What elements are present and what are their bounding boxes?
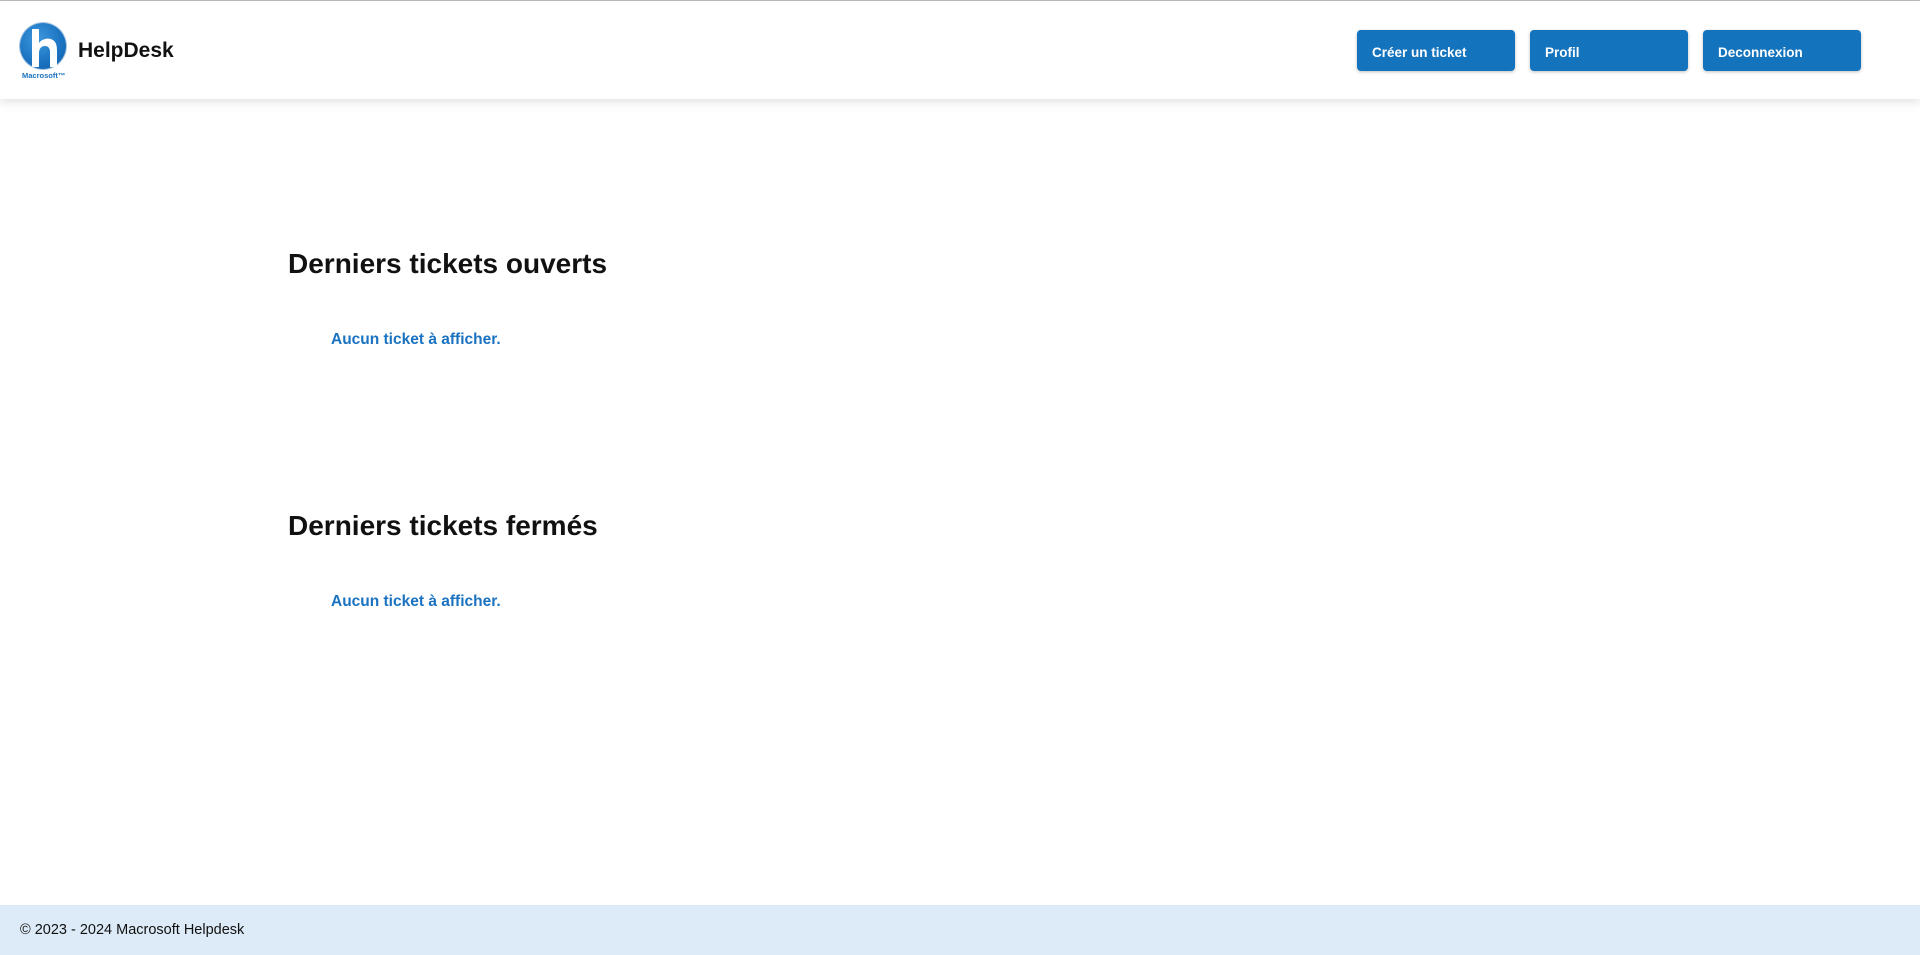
top-bar: Macrosoft™ HelpDesk Créer un ticket Prof… (0, 1, 1920, 99)
main-nav: Créer un ticket Profil Deconnexion (1357, 30, 1861, 71)
profile-button[interactable]: Profil (1530, 30, 1688, 71)
brand[interactable]: Macrosoft™ HelpDesk (20, 23, 174, 85)
closed-tickets-empty-message: Aucun ticket à afficher. (331, 593, 501, 610)
create-ticket-button[interactable]: Créer un ticket (1357, 30, 1515, 71)
logout-button[interactable]: Deconnexion (1703, 30, 1861, 71)
open-tickets-title: Derniers tickets ouverts (288, 248, 608, 279)
open-tickets-empty-message: Aucun ticket à afficher. (331, 331, 501, 348)
logo-caption: Macrosoft™ (22, 71, 66, 80)
footer-copyright: © 2023 - 2024 Macrosoft Helpdesk (20, 922, 245, 938)
closed-tickets-title: Derniers tickets fermés (288, 510, 598, 541)
helpdesk-logo-icon: Macrosoft™ (20, 23, 68, 85)
footer: © 2023 - 2024 Macrosoft Helpdesk (0, 905, 1920, 955)
brand-title: HelpDesk (78, 39, 174, 62)
